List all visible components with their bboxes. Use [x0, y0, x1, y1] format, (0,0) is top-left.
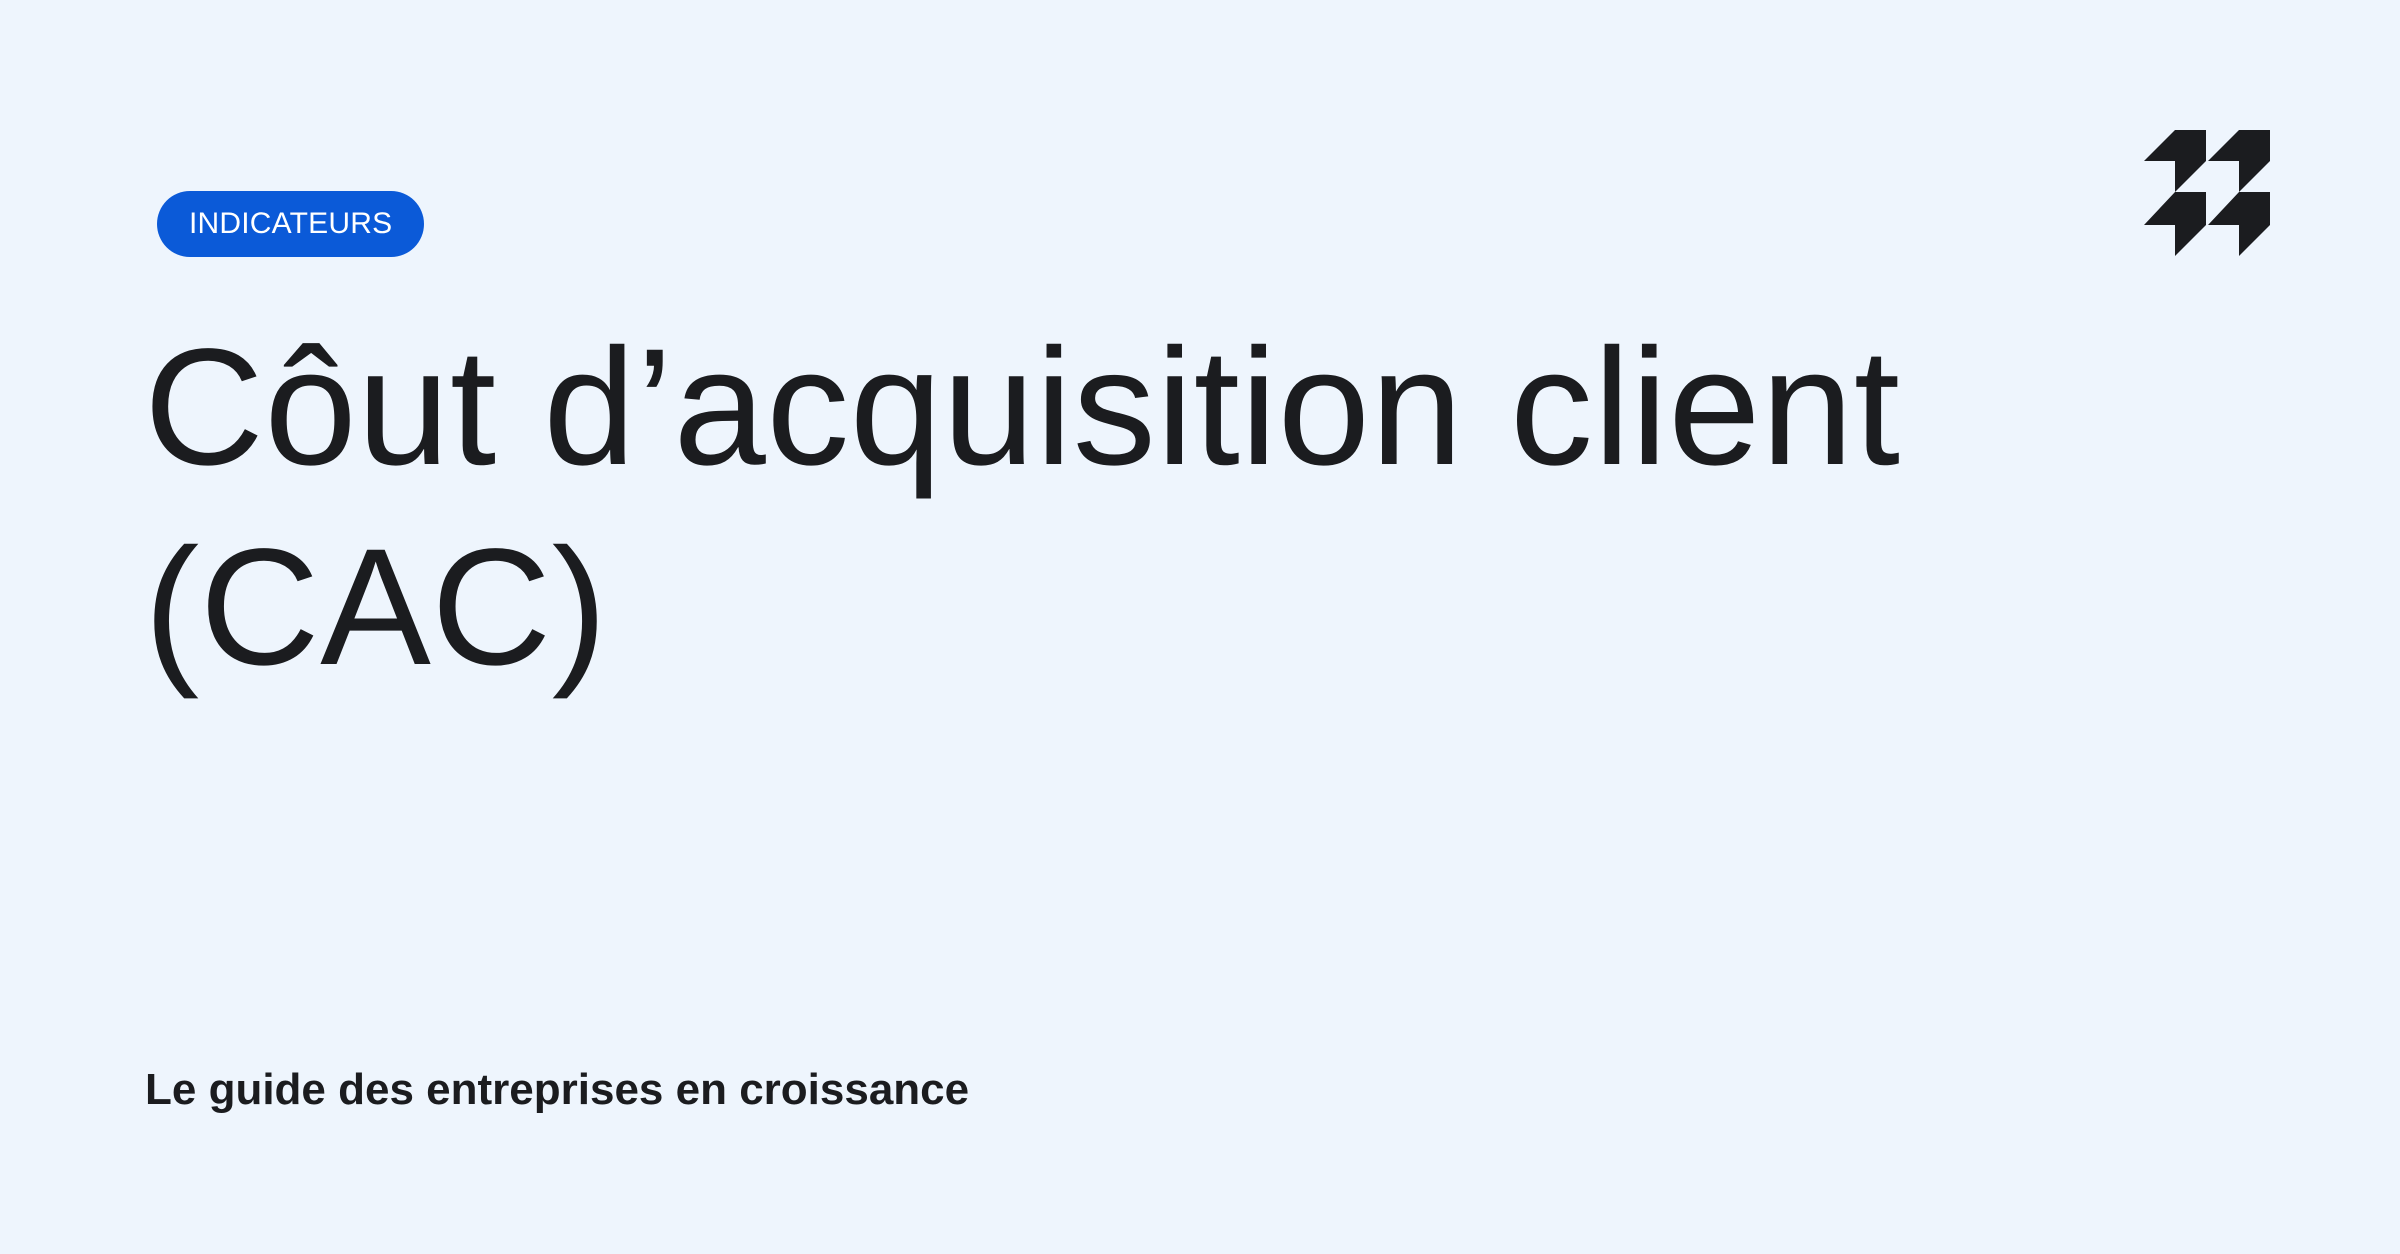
page-title: Côut d’acquisition client (CAC)	[144, 315, 1901, 700]
page-subtitle: Le guide des entreprises en croissance	[145, 1065, 970, 1114]
brand-quote-mark-icon	[2144, 130, 2270, 256]
category-badge: INDICATEURS	[157, 191, 425, 257]
